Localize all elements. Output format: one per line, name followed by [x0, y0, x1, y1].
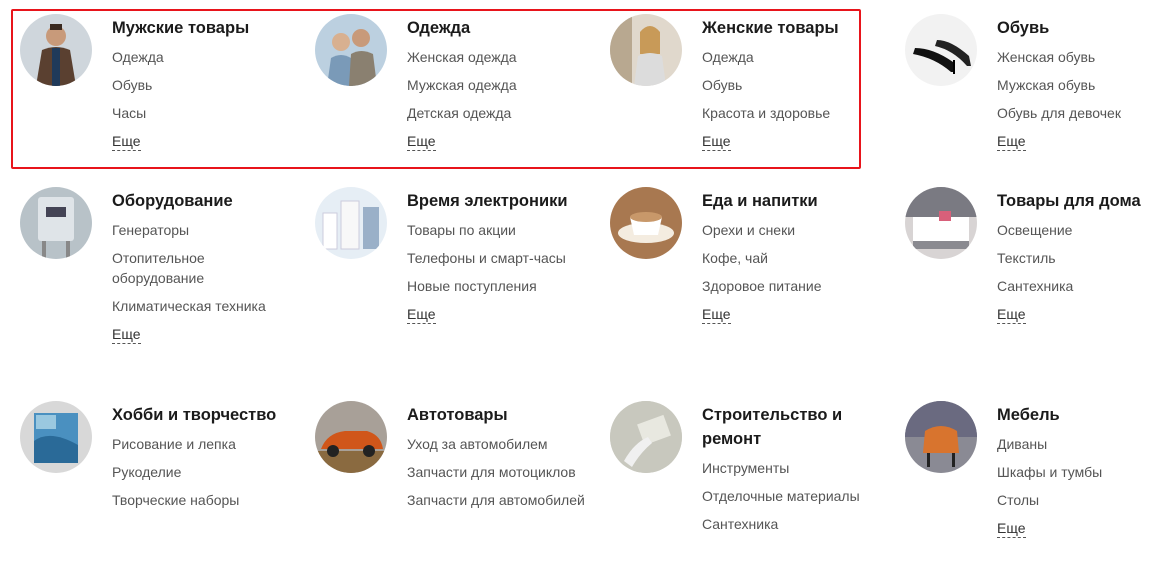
subcategory-link[interactable]: Шкафы и тумбы	[997, 464, 1102, 480]
subcategory-link[interactable]: Творческие наборы	[112, 492, 239, 508]
subcategory-link[interactable]: Текстиль	[997, 250, 1056, 266]
subcategory-link[interactable]: Обувь для девочек	[997, 105, 1121, 121]
show-more-link[interactable]: Еще	[997, 132, 1026, 151]
subcategory-link[interactable]: Сантехника	[702, 516, 778, 532]
subcategory-link[interactable]: Одежда	[702, 49, 754, 65]
subcategory-link[interactable]: Генераторы	[112, 222, 189, 238]
subcategory-link[interactable]: Рукоделие	[112, 464, 181, 480]
boiler-photo[interactable]	[20, 187, 92, 259]
couple-photo[interactable]	[315, 14, 387, 86]
high-heels-photo[interactable]	[905, 14, 977, 86]
category-title[interactable]: Мужские товары	[112, 16, 292, 40]
subcategory-list: Рисование и лепка Рукоделие Творческие наб…	[112, 434, 292, 510]
subcategory-list: Диваны Шкафы и тумбы Столы	[997, 434, 1149, 510]
category-title[interactable]: Еда и напитки	[702, 189, 882, 213]
subcategory-link[interactable]: Отопительное оборудование	[112, 250, 205, 286]
man-in-coat-photo[interactable]	[20, 14, 92, 86]
subcategory-list: Инструменты Отделочные материалы Сантехник…	[702, 458, 882, 534]
subcategory-link[interactable]: Обувь	[702, 77, 742, 93]
subcategory-link[interactable]: Товары по акции	[407, 222, 516, 238]
category-title[interactable]: Товары для дома	[997, 189, 1149, 213]
show-more-link[interactable]: Еще	[997, 305, 1026, 324]
subcategory-list: Товары по акции Телефоны и смарт-часы Новы…	[407, 220, 587, 296]
canvas-painting-photo[interactable]	[20, 401, 92, 473]
subcategory-link[interactable]: Обувь	[112, 77, 152, 93]
subcategory-link[interactable]: Мужская одежда	[407, 77, 517, 93]
category-title[interactable]: Оборудование	[112, 189, 292, 213]
category-title[interactable]: Одежда	[407, 16, 587, 40]
subcategory-link[interactable]: Мужская обувь	[997, 77, 1095, 93]
subcategory-link[interactable]: Кофе, чай	[702, 250, 768, 266]
subcategory-list: Одежда Обувь Часы	[112, 47, 292, 123]
subcategory-link[interactable]: Детская одежда	[407, 105, 511, 121]
category-title[interactable]: Время электроники	[407, 189, 587, 213]
subcategory-link[interactable]: Запчасти для мотоциклов	[407, 464, 576, 480]
category-title[interactable]: Женские товары	[702, 16, 882, 40]
subcategory-link[interactable]: Женская одежда	[407, 49, 517, 65]
category-title[interactable]: Автотовары	[407, 403, 587, 427]
subcategory-link[interactable]: Запчасти для автомобилей	[407, 492, 585, 508]
category-title[interactable]: Обувь	[997, 16, 1149, 40]
subcategory-list: Орехи и снеки Кофе, чай Здоровое питание	[702, 220, 882, 296]
electronics-photo[interactable]	[315, 187, 387, 259]
coffee-cup-photo[interactable]	[610, 187, 682, 259]
category-title[interactable]: Строительство и ремонт	[702, 403, 882, 451]
subcategory-list: Генераторы Отопительное оборудование Клима…	[112, 220, 292, 316]
show-more-link[interactable]: Еще	[407, 132, 436, 151]
subcategory-link[interactable]: Женская обувь	[997, 49, 1095, 65]
subcategory-link[interactable]: Столы	[997, 492, 1039, 508]
show-more-link[interactable]: Еще	[112, 132, 141, 151]
subcategory-link[interactable]: Отделочные материалы	[702, 488, 860, 504]
woman-photo[interactable]	[610, 14, 682, 86]
subcategory-link[interactable]: Красота и здоровье	[702, 105, 830, 121]
subcategory-list: Женская обувь Мужская обувь Обувь для дево…	[997, 47, 1149, 123]
subcategory-link[interactable]: Освещение	[997, 222, 1072, 238]
show-more-link[interactable]: Еще	[702, 132, 731, 151]
plastering-photo[interactable]	[610, 401, 682, 473]
subcategory-link[interactable]: Орехи и снеки	[702, 222, 795, 238]
orange-car-photo[interactable]	[315, 401, 387, 473]
subcategory-list: Уход за автомобилем Запчасти для мотоцикл…	[407, 434, 587, 510]
show-more-link[interactable]: Еще	[407, 305, 436, 324]
subcategory-link[interactable]: Новые поступления	[407, 278, 537, 294]
subcategory-link[interactable]: Климатическая техника	[112, 298, 266, 314]
bedroom-photo[interactable]	[905, 187, 977, 259]
subcategory-list: Освещение Текстиль Сантехника	[997, 220, 1149, 296]
subcategory-link[interactable]: Рисование и лепка	[112, 436, 236, 452]
subcategory-link[interactable]: Уход за автомобилем	[407, 436, 548, 452]
subcategory-link[interactable]: Инструменты	[702, 460, 789, 476]
category-title[interactable]: Хобби и творчество	[112, 403, 292, 427]
subcategory-link[interactable]: Здоровое питание	[702, 278, 822, 294]
subcategory-link[interactable]: Телефоны и смарт-часы	[407, 250, 566, 266]
subcategory-list: Женская одежда Мужская одежда Детская одеж…	[407, 47, 587, 123]
subcategory-link[interactable]: Сантехника	[997, 278, 1073, 294]
show-more-link[interactable]: Еще	[112, 325, 141, 344]
category-title[interactable]: Мебель	[997, 403, 1149, 427]
show-more-link[interactable]: Еще	[997, 519, 1026, 538]
subcategory-link[interactable]: Одежда	[112, 49, 164, 65]
show-more-link[interactable]: Еще	[702, 305, 731, 324]
subcategory-list: Одежда Обувь Красота и здоровье	[702, 47, 882, 123]
subcategory-link[interactable]: Часы	[112, 105, 146, 121]
subcategory-link[interactable]: Диваны	[997, 436, 1047, 452]
armchair-photo[interactable]	[905, 401, 977, 473]
